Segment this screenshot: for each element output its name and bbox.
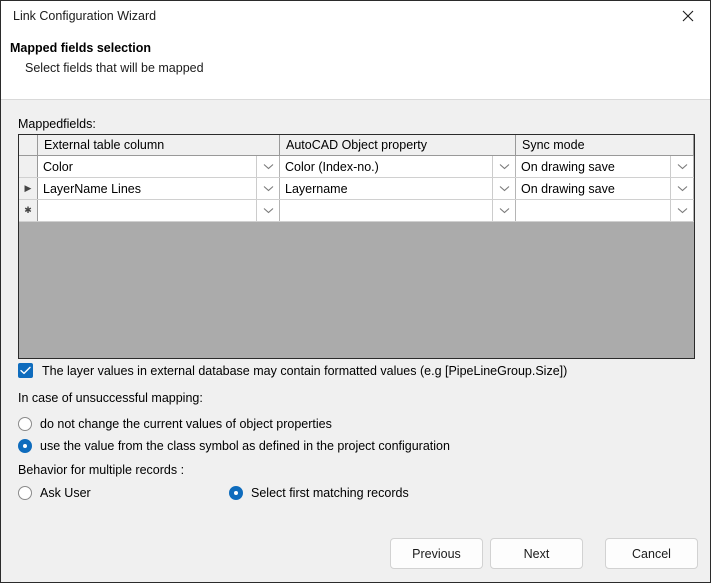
cell-value: LayerName Lines <box>43 181 141 196</box>
cell-external-table-column[interactable]: LayerName Lines <box>38 178 280 199</box>
radio-use-class-symbol-label: use the value from the class symbol as d… <box>40 439 450 453</box>
previous-button[interactable]: Previous <box>390 538 483 569</box>
close-icon <box>682 10 694 22</box>
close-button[interactable] <box>665 1 710 31</box>
radio-select-first-matching[interactable] <box>229 486 243 500</box>
cell-sync-mode[interactable] <box>516 200 694 221</box>
grid-header-row: External table column AutoCAD Object pro… <box>19 135 694 156</box>
cancel-button[interactable]: Cancel <box>605 538 698 569</box>
formatted-values-checkbox[interactable] <box>18 363 33 378</box>
cell-value: Color (Index-no.) <box>285 159 379 174</box>
chevron-down-icon[interactable] <box>256 178 279 199</box>
cell-value: Layername <box>285 181 348 196</box>
chevron-down-icon[interactable] <box>670 178 693 199</box>
chevron-down-icon[interactable] <box>256 156 279 177</box>
cell-value: Color <box>43 159 73 174</box>
chevron-down-icon[interactable] <box>492 200 515 221</box>
grid-column-header-autocad-object-property[interactable]: AutoCAD Object property <box>280 135 516 155</box>
title-bar: Link Configuration Wizard <box>1 1 710 32</box>
radio-select-first-matching-label: Select first matching records <box>251 486 409 500</box>
cell-value: On drawing save <box>521 159 615 174</box>
cell-external-table-column[interactable] <box>38 200 280 221</box>
grid-inner: External table column AutoCAD Object pro… <box>19 135 694 222</box>
page-title: Mapped fields selection <box>10 41 152 55</box>
row-indicator-current[interactable]: ▶ <box>19 178 38 199</box>
mapped-fields-grid[interactable]: External table column AutoCAD Object pro… <box>18 134 695 359</box>
wizard-body: Mappedfields: External table column Auto… <box>1 101 710 582</box>
chevron-down-icon[interactable] <box>492 178 515 199</box>
mapped-fields-label: Mappedfields: <box>18 117 96 131</box>
cell-autocad-object-property[interactable]: Layername <box>280 178 516 199</box>
grid-header-corner <box>19 135 38 155</box>
grid-column-header-external-table-column[interactable]: External table column <box>38 135 280 155</box>
formatted-values-checkbox-label: The layer values in external database ma… <box>42 363 568 378</box>
row-indicator-new[interactable]: ✱ <box>19 200 38 221</box>
cell-value: On drawing save <box>521 181 615 196</box>
radio-ask-user-label: Ask User <box>40 486 91 500</box>
radio-ask-user-row[interactable]: Ask User <box>18 486 91 500</box>
cell-autocad-object-property[interactable] <box>280 200 516 221</box>
column-header-label: Sync mode <box>522 138 585 152</box>
cell-sync-mode[interactable]: On drawing save <box>516 178 694 199</box>
unsuccessful-mapping-label: In case of unsuccessful mapping: <box>18 391 203 405</box>
grid-column-header-sync-mode[interactable]: Sync mode <box>516 135 694 155</box>
multiple-records-label: Behavior for multiple records : <box>18 463 185 477</box>
table-row[interactable]: Color Color (Index-no.) On drawing save <box>19 156 694 178</box>
cell-sync-mode[interactable]: On drawing save <box>516 156 694 177</box>
next-button[interactable]: Next <box>490 538 583 569</box>
link-configuration-wizard-window: Link Configuration Wizard Mapped fields … <box>0 0 711 583</box>
wizard-header: Mapped fields selection Select fields th… <box>1 32 710 100</box>
chevron-down-icon[interactable] <box>670 200 693 221</box>
radio-use-class-symbol-row[interactable]: use the value from the class symbol as d… <box>18 439 450 453</box>
radio-do-not-change-label: do not change the current values of obje… <box>40 417 332 431</box>
window-title: Link Configuration Wizard <box>13 9 157 23</box>
table-row[interactable]: ▶ LayerName Lines Layername On drawing s… <box>19 178 694 200</box>
cell-autocad-object-property[interactable]: Color (Index-no.) <box>280 156 516 177</box>
radio-select-first-matching-row[interactable]: Select first matching records <box>229 486 409 500</box>
row-indicator[interactable] <box>19 156 38 177</box>
formatted-values-checkbox-row[interactable]: The layer values in external database ma… <box>18 363 567 378</box>
check-icon <box>20 366 31 375</box>
radio-do-not-change-row[interactable]: do not change the current values of obje… <box>18 417 332 431</box>
chevron-down-icon[interactable] <box>670 156 693 177</box>
radio-ask-user[interactable] <box>18 486 32 500</box>
chevron-down-icon[interactable] <box>492 156 515 177</box>
table-row-new[interactable]: ✱ <box>19 200 694 222</box>
cell-external-table-column[interactable]: Color <box>38 156 280 177</box>
radio-do-not-change[interactable] <box>18 417 32 431</box>
chevron-down-icon[interactable] <box>256 200 279 221</box>
column-header-label: AutoCAD Object property <box>286 138 428 152</box>
column-header-label: External table column <box>44 138 165 152</box>
radio-use-class-symbol[interactable] <box>18 439 32 453</box>
page-subtitle: Select fields that will be mapped <box>25 61 204 75</box>
